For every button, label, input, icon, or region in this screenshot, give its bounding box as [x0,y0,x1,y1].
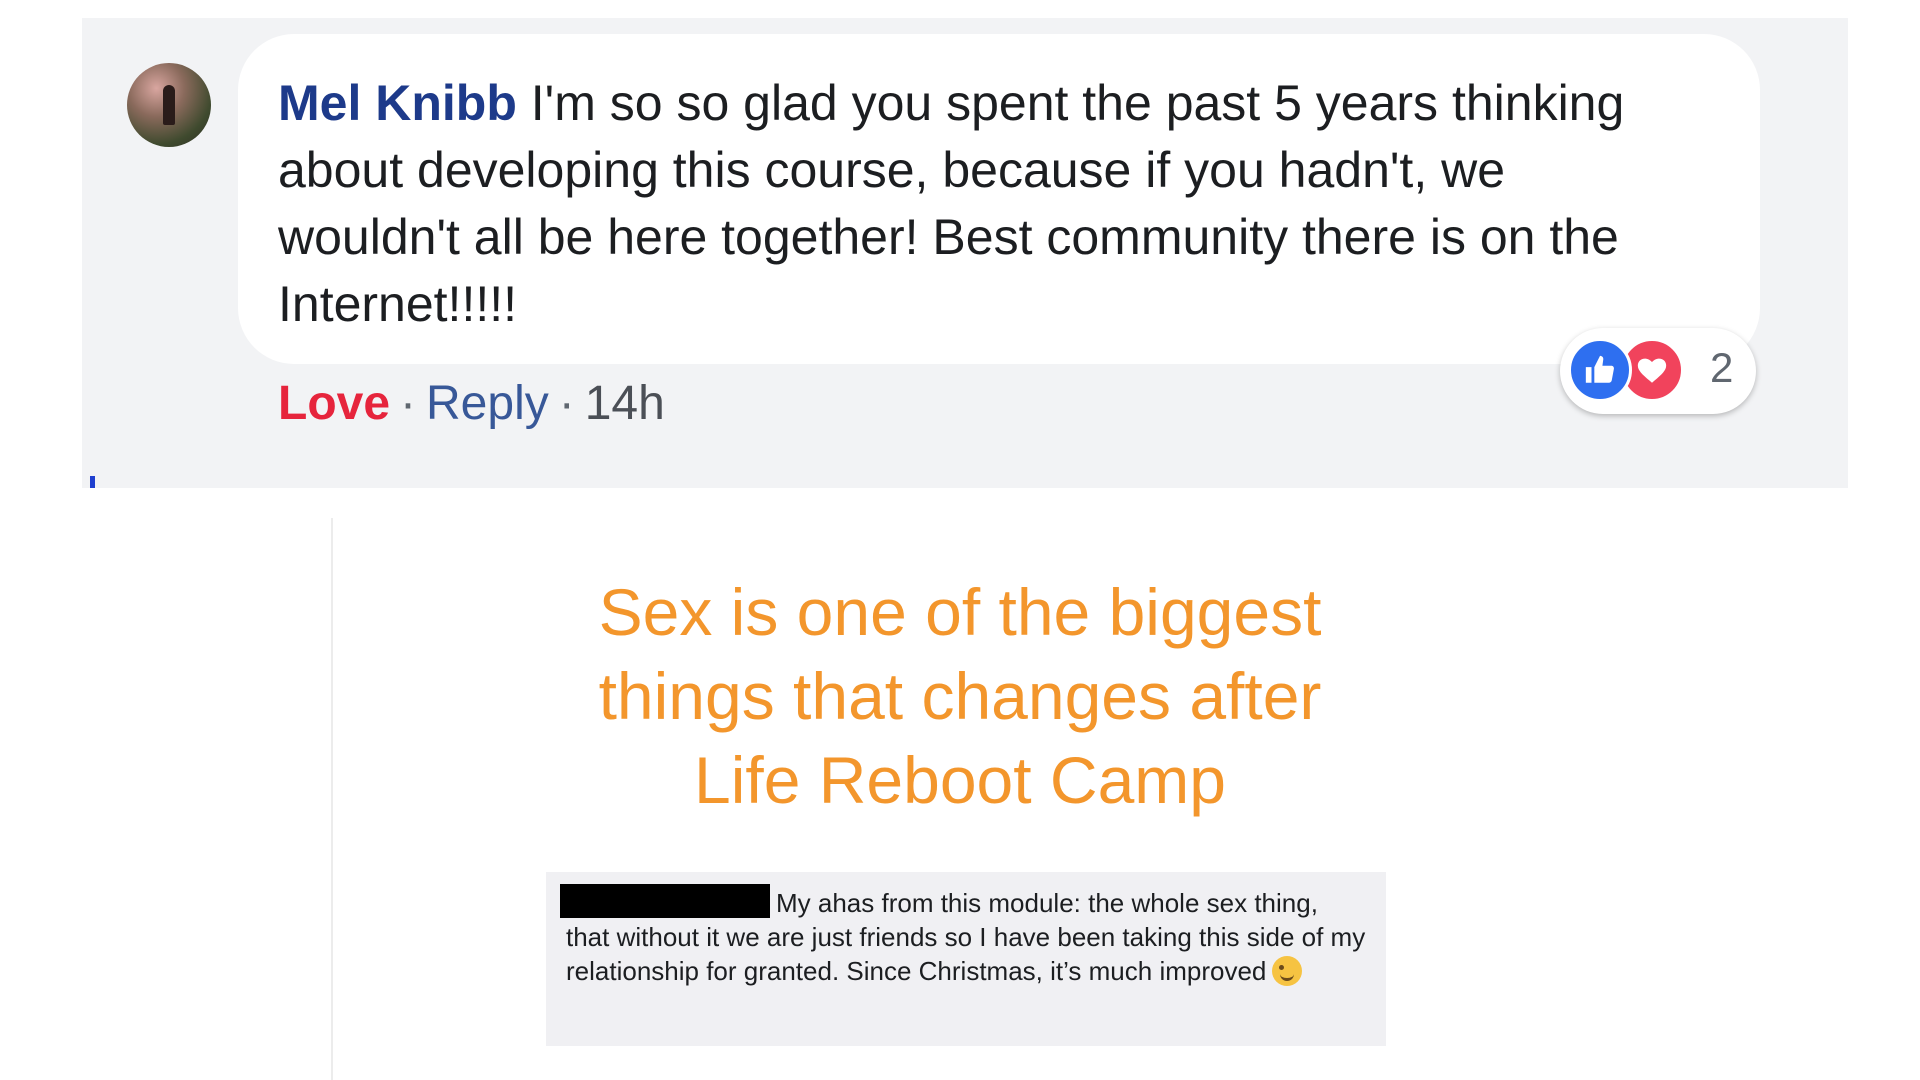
avatar-figure [163,85,175,125]
selection-marker [90,476,95,488]
reaction-count: 2 [1710,344,1734,391]
testimonial-text-block: My ahas from this module: the whole sex … [566,886,1366,988]
comment-panel: Mel Knibb I'm so so glad you spent the p… [82,18,1848,488]
promo-headline: Sex is one of the biggest things that ch… [480,570,1440,822]
like-icon [1568,338,1632,402]
reactions-summary[interactable]: 2 [1560,328,1756,414]
comment-author-link[interactable]: Mel Knibb [278,75,517,131]
comment-timestamp[interactable]: 14h [585,377,665,430]
headline-line-3: Life Reboot Camp [694,743,1226,817]
author-avatar[interactable] [127,63,211,147]
reply-button[interactable]: Reply [426,377,549,430]
separator-dot: · [400,377,417,430]
winking-face-icon [1272,956,1303,986]
headline-line-2: things that changes after [598,659,1322,733]
testimonial-card: My ahas from this module: the whole sex … [546,872,1386,1046]
comment-actions: Love · Reply · 14h [278,376,665,431]
comment-body: Mel Knibb I'm so so glad you spent the p… [278,70,1698,338]
headline-line-1: Sex is one of the biggest [598,575,1322,649]
love-reaction-button[interactable]: Love [278,377,390,430]
separator-dot: · [558,377,575,430]
divider-line [331,518,333,1080]
testimonial-text: My ahas from this module: the whole sex … [566,888,1366,986]
